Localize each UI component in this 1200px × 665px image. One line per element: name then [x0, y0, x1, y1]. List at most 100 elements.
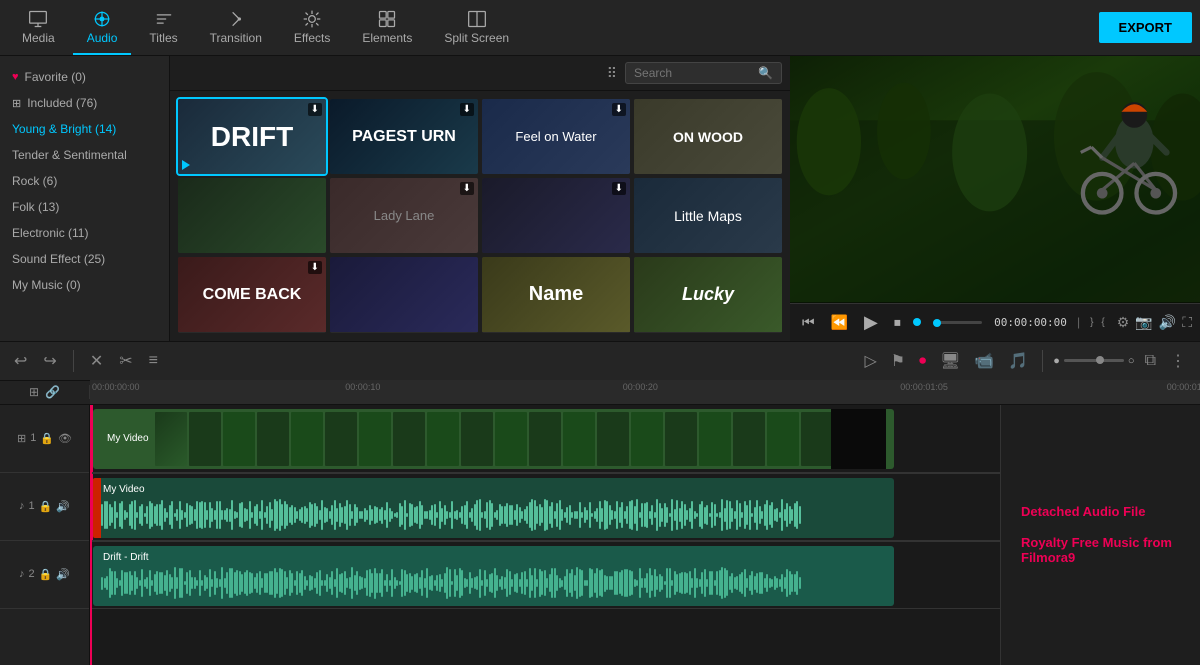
- camera-capture-button[interactable]: 📹: [970, 347, 998, 375]
- split-button[interactable]: ✂: [115, 347, 136, 375]
- undo-button[interactable]: ↩: [10, 347, 31, 375]
- audio-card-7[interactable]: ⬇ Lights on the Gold Shor...: [482, 178, 630, 253]
- stop-button[interactable]: ⏹: [890, 312, 905, 333]
- wave-bar: [626, 506, 628, 525]
- audio-card-3[interactable]: Feel on Water ⬇ Feet On Water - Unexp...: [482, 99, 630, 174]
- audio-card-8[interactable]: Little Maps Little Maps - Eddie: [634, 178, 782, 253]
- wave-bar: [551, 568, 553, 598]
- wave-bar: [191, 506, 193, 524]
- eye-icon[interactable]: 👁: [58, 432, 72, 445]
- wave-bar: [151, 580, 153, 585]
- search-input[interactable]: [634, 66, 754, 80]
- wave-bar: [776, 578, 778, 589]
- wave-bar: [146, 577, 148, 590]
- delete-button[interactable]: ✕: [86, 347, 107, 375]
- nav-titles[interactable]: Titles: [135, 0, 191, 55]
- add-track-button[interactable]: ⊞: [29, 385, 39, 399]
- wave-bar: [766, 574, 768, 592]
- search-box: 🔍: [625, 62, 782, 84]
- wave-bar: [751, 571, 753, 595]
- export-button[interactable]: EXPORT: [1099, 12, 1192, 43]
- wave-bar: [486, 579, 488, 586]
- nav-effects[interactable]: Effects: [280, 0, 344, 55]
- lock-icon-a1[interactable]: 🔒: [39, 500, 53, 513]
- sidebar-soundeffect[interactable]: Sound Effect (25): [0, 246, 169, 272]
- wave-bar: [751, 513, 753, 518]
- wave-bar: [536, 579, 538, 587]
- track-label-a1: ♪ 1 🔒 🔊: [0, 473, 89, 541]
- audio-card-2[interactable]: PAGEST URN ⬇ Drift - Pages Turn: [330, 99, 478, 174]
- play-button[interactable]: ▶: [860, 310, 882, 335]
- video-clip-main[interactable]: My Video: [93, 409, 894, 469]
- adjust-button[interactable]: ≡: [145, 348, 162, 374]
- wave-bar: [246, 509, 248, 522]
- wave-bar: [791, 509, 793, 522]
- step-back-button[interactable]: ⏪: [827, 312, 852, 333]
- wave-bar: [611, 576, 613, 591]
- audio-card-6[interactable]: Lady Lane ⬇ Lady Lane - The Pink E...: [330, 178, 478, 253]
- sidebar-tender[interactable]: Tender & Sentimental: [0, 142, 169, 168]
- audio-card-5[interactable]: Garret Bevins - Infinite ...: [178, 178, 326, 253]
- nav-audio[interactable]: Audio: [73, 0, 132, 55]
- nav-transition[interactable]: Transition: [196, 0, 276, 55]
- wave-bar: [271, 509, 273, 521]
- sidebar-included[interactable]: ⊞ Included (76): [0, 90, 169, 116]
- wave-bar: [251, 573, 253, 592]
- sidebar-rock[interactable]: Rock (6): [0, 168, 169, 194]
- wave-bar: [341, 507, 343, 522]
- wave-bar: [676, 500, 678, 529]
- sidebar-electronic[interactable]: Electronic (11): [0, 220, 169, 246]
- layout-button[interactable]: ⧉: [1141, 348, 1160, 374]
- wave-bar: [741, 572, 743, 594]
- wave-bar: [481, 580, 483, 586]
- lock-icon[interactable]: 🔒: [40, 432, 54, 445]
- settings-icon[interactable]: ⚙: [1117, 314, 1130, 331]
- wave-bar: [406, 513, 408, 517]
- wave-bar: [316, 506, 318, 525]
- audio-clip-myvideo[interactable]: My Video: [93, 478, 894, 538]
- track-label-v1: ⊞ 1 🔒 👁: [0, 405, 89, 473]
- flag-button[interactable]: ⚑: [887, 347, 909, 375]
- record-button[interactable]: ⏺: [915, 348, 930, 373]
- skip-back-button[interactable]: ⏮: [798, 312, 819, 333]
- wave-bar: [551, 502, 553, 528]
- audio-card-11[interactable]: Name Name: [482, 257, 630, 332]
- sidebar-young-bright[interactable]: Young & Bright (14): [0, 116, 169, 142]
- motion-button[interactable]: ▷: [860, 347, 880, 375]
- wave-bar: [221, 567, 223, 599]
- wave-bar: [526, 579, 528, 586]
- wave-bar: [156, 571, 158, 596]
- link-button[interactable]: 🔗: [45, 385, 60, 399]
- nav-splitscreen[interactable]: Split Screen: [430, 0, 523, 55]
- nav-elements[interactable]: Elements: [348, 0, 426, 55]
- volume-icon-a2[interactable]: 🔊: [56, 568, 70, 581]
- redo-button[interactable]: ↪: [39, 347, 60, 375]
- sidebar-mymusic[interactable]: My Music (0): [0, 272, 169, 298]
- audio-card-9[interactable]: COME BACK ⬇ Come Back: [178, 257, 326, 332]
- audio-card-4[interactable]: ON WOOD Feet on Wood - Whistl...: [634, 99, 782, 174]
- screen-record-button[interactable]: 🖥: [936, 347, 964, 375]
- wave-bar: [291, 573, 293, 593]
- audio-button[interactable]: 🎵: [1004, 347, 1032, 375]
- wave-bar: [631, 571, 633, 596]
- wave-bar: [421, 570, 423, 596]
- audio-card-1[interactable]: DRIFT ⬇ Drift - Drift: [178, 99, 326, 174]
- nav-media[interactable]: Media: [8, 0, 69, 55]
- audio-card-12[interactable]: Lucky Lucky: [634, 257, 782, 332]
- camera-icon[interactable]: 📷: [1135, 314, 1152, 331]
- audio-card-10[interactable]: [330, 257, 478, 332]
- wave-bar: [791, 574, 793, 592]
- sidebar-favorite[interactable]: ♥ Favorite (0): [0, 64, 169, 90]
- layout-toggle[interactable]: ⠿: [607, 65, 617, 82]
- lock-icon-a2[interactable]: 🔒: [39, 568, 53, 581]
- volume-icon[interactable]: 🔊: [1159, 314, 1176, 331]
- curly-left: }: [1090, 317, 1093, 328]
- sidebar-folk[interactable]: Folk (13): [0, 194, 169, 220]
- audio-clip-drift[interactable]: Drift - Drift: [93, 546, 894, 606]
- wave-bar: [511, 579, 513, 586]
- more-button[interactable]: ⋮: [1166, 347, 1190, 375]
- wave-bar: [391, 569, 393, 598]
- fullscreen-icon[interactable]: ⛶: [1182, 314, 1192, 331]
- volume-icon-a1[interactable]: 🔊: [56, 500, 70, 513]
- wave-bar: [351, 511, 353, 518]
